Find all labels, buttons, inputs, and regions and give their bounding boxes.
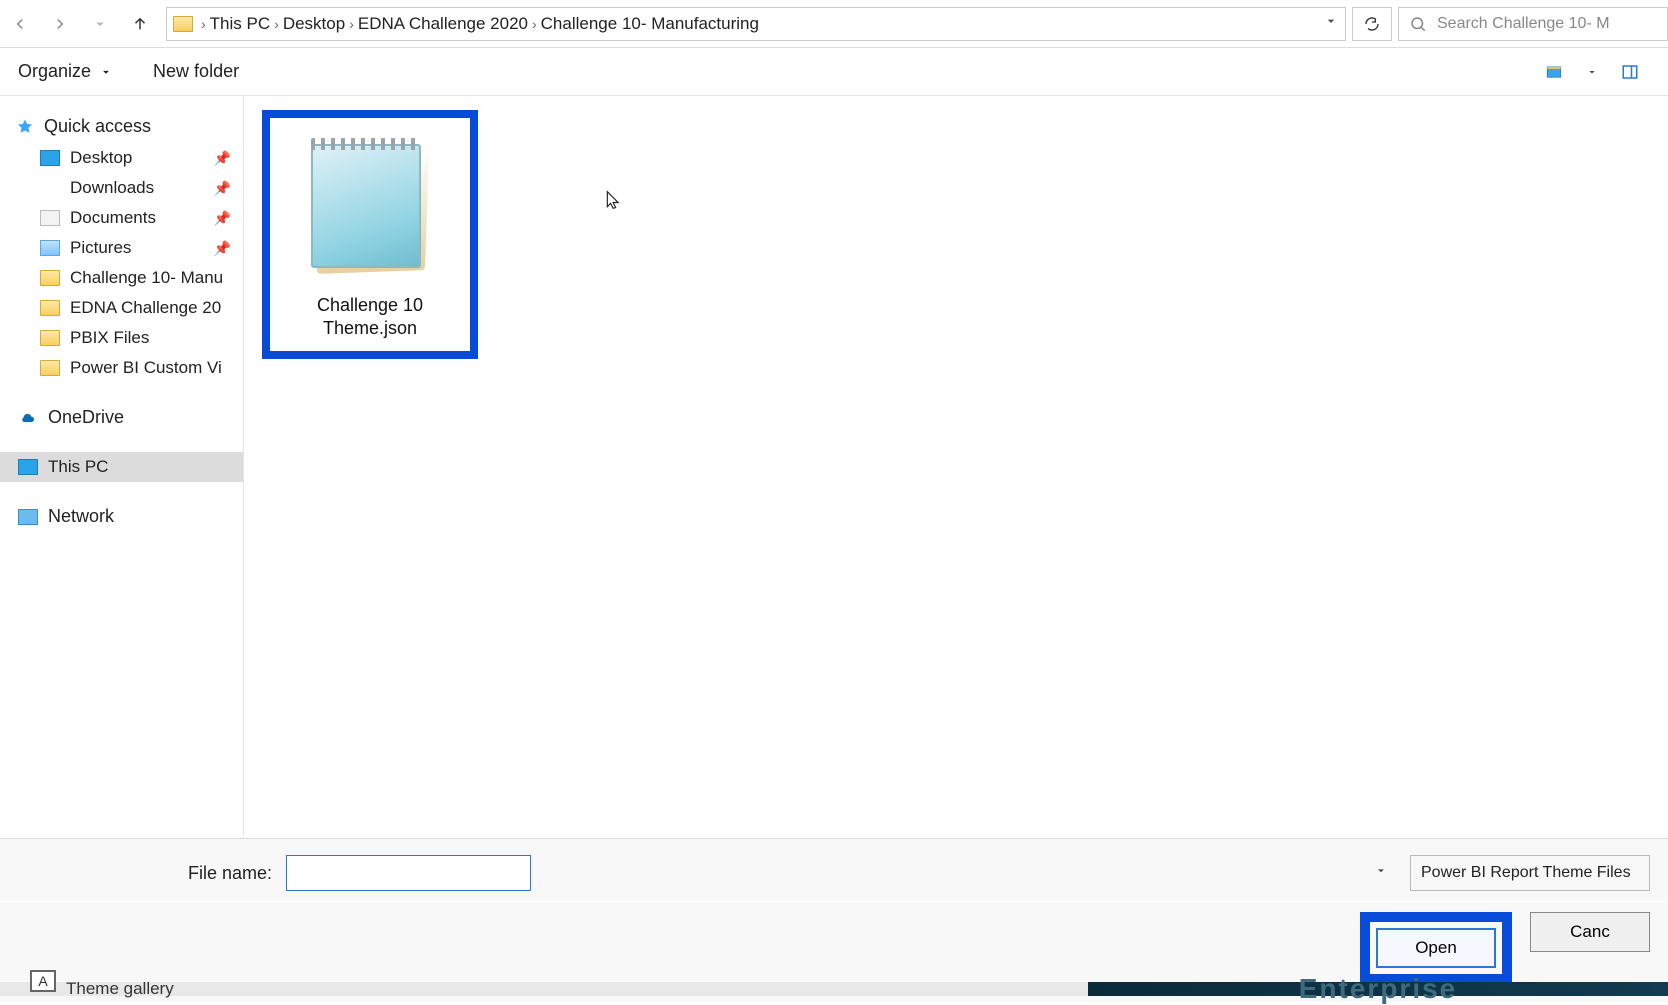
new-folder-button[interactable]: New folder <box>153 61 239 82</box>
up-arrow-icon[interactable] <box>120 0 160 48</box>
documents-icon <box>40 210 60 226</box>
letter-a-icon: A <box>30 970 56 992</box>
organize-button[interactable]: Organize <box>18 61 113 82</box>
chevron-right-icon[interactable]: › <box>349 16 354 32</box>
sidebar-item-label: Pictures <box>70 238 131 258</box>
sidebar-item-label: Desktop <box>70 148 132 168</box>
file-name-label: File name: <box>188 863 272 884</box>
chevron-down-icon <box>99 65 113 79</box>
pin-icon: 📌 <box>214 240 231 257</box>
forward-arrow-icon[interactable] <box>40 0 80 48</box>
sidebar-item-label: Documents <box>70 208 156 228</box>
sidebar-item-label: Power BI Custom Vi <box>70 358 222 378</box>
network-icon <box>18 509 38 525</box>
pin-icon: 📌 <box>214 210 231 227</box>
footer-left-label: Theme gallery <box>66 979 174 999</box>
chevron-right-icon[interactable]: › <box>532 16 537 32</box>
breadcrumb-box[interactable]: › This PC › Desktop › EDNA Challenge 202… <box>166 7 1346 41</box>
breadcrumb-desktop[interactable]: Desktop <box>283 14 345 34</box>
preview-pane-icon[interactable] <box>1618 62 1642 82</box>
sidebar-quick-access[interactable]: Quick access <box>0 110 243 143</box>
onedrive-label: OneDrive <box>48 407 124 428</box>
open-button[interactable]: Open <box>1376 928 1496 968</box>
footer-right-label: Enterprise <box>1299 973 1458 1005</box>
breadcrumb-challenge10[interactable]: Challenge 10- Manufacturing <box>541 14 759 34</box>
sidebar-item-label: Challenge 10- Manu <box>70 268 223 288</box>
sidebar-item-label: EDNA Challenge 20 <box>70 298 221 318</box>
folder-icon <box>40 270 60 286</box>
cursor-icon <box>604 188 624 218</box>
desktop-icon <box>40 150 60 166</box>
pin-icon: 📌 <box>214 180 231 197</box>
footer-left: A Theme gallery <box>0 982 1088 996</box>
pictures-icon <box>40 240 60 256</box>
file-tile[interactable]: Challenge 10 Theme.json <box>270 118 470 351</box>
sidebar-item-downloads[interactable]: Downloads 📌 <box>0 173 243 203</box>
sidebar-item-pictures[interactable]: Pictures 📌 <box>0 233 243 263</box>
open-label: Open <box>1415 938 1457 958</box>
sidebar-item-pbix[interactable]: PBIX Files <box>0 323 243 353</box>
quick-access-label: Quick access <box>44 116 151 137</box>
sidebar-item-label: Downloads <box>70 178 154 198</box>
file-name-row: File name: Power BI Report Theme Files <box>0 838 1668 901</box>
file-name-input-wrap <box>286 855 1396 891</box>
breadcrumb-edna[interactable]: EDNA Challenge 2020 <box>358 14 528 34</box>
sidebar-onedrive[interactable]: OneDrive <box>0 401 243 434</box>
folder-icon <box>173 16 193 32</box>
sidebar-item-desktop[interactable]: Desktop 📌 <box>0 143 243 173</box>
sidebar-item-powerbi[interactable]: Power BI Custom Vi <box>0 353 243 383</box>
back-arrow-icon[interactable] <box>0 0 40 48</box>
recent-dropdown-icon[interactable] <box>80 0 120 48</box>
addr-dropdown-icon[interactable] <box>1323 13 1339 34</box>
cloud-icon <box>18 410 38 426</box>
search-box[interactable]: Search Challenge 10- M <box>1398 7 1668 41</box>
footer-strip: A Theme gallery Enterprise <box>0 982 1668 996</box>
sidebar: Quick access Desktop 📌 Downloads 📌 Documen… <box>0 96 244 836</box>
file-type-filter[interactable]: Power BI Report Theme Files <box>1410 855 1650 891</box>
notepad-file-icon <box>305 134 435 284</box>
star-icon <box>16 118 34 136</box>
chevron-right-icon[interactable]: › <box>201 16 206 32</box>
filter-label: Power BI Report Theme Files <box>1421 864 1631 882</box>
address-bar: › This PC › Desktop › EDNA Challenge 202… <box>0 0 1668 48</box>
sidebar-item-documents[interactable]: Documents 📌 <box>0 203 243 233</box>
pin-icon: 📌 <box>214 150 231 167</box>
file-pane[interactable]: Challenge 10 Theme.json <box>244 96 1668 836</box>
pc-icon <box>18 459 38 475</box>
folder-icon <box>40 360 60 376</box>
sidebar-item-edna[interactable]: EDNA Challenge 20 <box>0 293 243 323</box>
sidebar-item-challenge10[interactable]: Challenge 10- Manu <box>0 263 243 293</box>
cancel-button[interactable]: Canc <box>1530 912 1650 952</box>
view-mode-icon[interactable] <box>1542 62 1566 82</box>
search-placeholder: Search Challenge 10- M <box>1437 15 1610 33</box>
search-icon <box>1409 15 1427 33</box>
cancel-label: Canc <box>1570 922 1610 942</box>
downloads-icon <box>40 180 60 196</box>
view-dropdown-icon[interactable] <box>1580 62 1604 82</box>
breadcrumb-this-pc[interactable]: This PC <box>210 14 270 34</box>
footer-right: Enterprise <box>1088 982 1668 996</box>
toolbar: Organize New folder <box>0 48 1668 96</box>
view-options <box>1542 62 1642 82</box>
sidebar-item-label: PBIX Files <box>70 328 149 348</box>
new-folder-label: New folder <box>153 61 239 82</box>
folder-icon <box>40 300 60 316</box>
sidebar-this-pc[interactable]: This PC <box>0 452 243 482</box>
file-label: Challenge 10 Theme.json <box>280 294 460 341</box>
chevron-right-icon[interactable]: › <box>274 16 279 32</box>
organize-label: Organize <box>18 61 91 82</box>
sidebar-network[interactable]: Network <box>0 500 243 533</box>
folder-icon <box>40 330 60 346</box>
refresh-icon[interactable] <box>1352 7 1392 41</box>
chevron-down-icon[interactable] <box>1374 864 1388 883</box>
main-area: Quick access Desktop 📌 Downloads 📌 Documen… <box>0 96 1668 836</box>
this-pc-label: This PC <box>48 457 108 477</box>
network-label: Network <box>48 506 114 527</box>
file-name-input[interactable] <box>286 855 531 891</box>
annotation-highlight: Challenge 10 Theme.json <box>262 110 478 359</box>
